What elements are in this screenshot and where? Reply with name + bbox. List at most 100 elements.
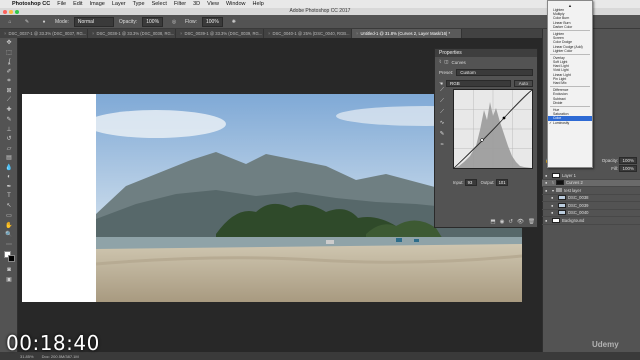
layer-row[interactable]: ● DSC_0040 <box>542 210 640 217</box>
doc-tab-active[interactable]: × Untitled-1 @ 31.8% (Curves 2, Layer Mas… <box>352 29 462 38</box>
menu-window[interactable]: Window <box>226 1 246 7</box>
mode-select[interactable]: Normal <box>73 16 114 27</box>
background-color-swatch[interactable] <box>8 255 15 263</box>
screen-mode-icon[interactable]: ▣ <box>0 275 18 285</box>
target-adjust-icon[interactable]: ☚ <box>439 81 443 87</box>
menu-type[interactable]: Type <box>133 1 145 7</box>
layer-group-row[interactable]: ● ▾ test layer <box>542 187 640 195</box>
lasso-tool-icon[interactable]: ʆ <box>0 57 18 67</box>
history-brush-tool-icon[interactable]: ↺ <box>0 134 18 144</box>
eye-icon[interactable]: ● <box>545 180 550 185</box>
black-point-eyedropper-icon[interactable]: ⟋ <box>437 87 447 98</box>
eraser-tool-icon[interactable]: ▱ <box>0 144 18 154</box>
channel-select[interactable]: RGB <box>446 80 511 87</box>
close-window-button[interactable] <box>3 9 7 14</box>
input-field[interactable]: 93 <box>464 179 477 186</box>
layer-row[interactable]: ● Layer 1 <box>542 172 640 180</box>
type-tool-icon[interactable]: T <box>0 192 18 202</box>
menu-select[interactable]: Select <box>152 1 167 7</box>
hand-tool-icon[interactable]: ✋ <box>0 220 18 230</box>
blend-mode-option[interactable]: Darker Color <box>548 25 592 29</box>
menu-help[interactable]: Help <box>253 1 264 7</box>
menu-filter[interactable]: Filter <box>174 1 186 7</box>
zoom-window-button[interactable] <box>15 9 19 14</box>
layer-row[interactable]: ● DSC_0039 <box>542 202 640 210</box>
brush-tool-icon[interactable]: ✎ <box>0 115 18 125</box>
app-name[interactable]: Photoshop CC <box>12 1 50 7</box>
close-tab-icon[interactable]: × <box>180 31 182 36</box>
layer-row[interactable]: ● Background <box>542 217 640 225</box>
smooth-icon[interactable]: ≈ <box>437 142 447 153</box>
blend-mode-option[interactable]: Lighter Color <box>548 49 592 53</box>
layer-row-selected[interactable]: ● ⌇ Curves 2 <box>542 179 640 187</box>
eyedropper-tool-icon[interactable]: ⟋ <box>0 96 18 106</box>
auto-button[interactable]: Auto <box>513 80 533 87</box>
dodge-tool-icon[interactable]: ◐ <box>0 172 18 182</box>
curves-graph[interactable] <box>453 89 533 169</box>
menu-3d[interactable]: 3D <box>193 1 200 7</box>
close-tab-icon[interactable]: × <box>356 31 358 36</box>
gray-point-eyedropper-icon[interactable]: ⟋ <box>437 98 447 109</box>
brush-size-icon[interactable]: ● <box>38 17 50 27</box>
doc-tab[interactable]: × DSC_0037-1 @ 33.3% (DSC_0037, RG... <box>0 29 88 38</box>
preset-select[interactable]: Custom <box>456 69 533 76</box>
doc-tab[interactable]: × DSC_0038-1 @ 33.3% (DSC_0038, RG... <box>88 29 176 38</box>
blend-mode-option[interactable]: Luminosity <box>548 121 592 125</box>
marquee-tool-icon[interactable]: ⬚ <box>0 48 18 58</box>
home-icon[interactable]: ⌂ <box>4 17 16 27</box>
close-tab-icon[interactable]: × <box>268 31 270 36</box>
eye-icon[interactable]: ● <box>551 203 556 208</box>
move-tool-icon[interactable]: ✥ <box>0 38 18 48</box>
eye-icon[interactable]: ● <box>545 173 550 178</box>
curve-point-icon[interactable]: ∿ <box>437 120 447 131</box>
blur-tool-icon[interactable]: 💧 <box>0 163 18 173</box>
healing-brush-tool-icon[interactable]: ✚ <box>0 105 18 115</box>
layer-opacity-field[interactable]: 100% <box>619 157 637 164</box>
layer-fill-field[interactable]: 100% <box>619 165 637 172</box>
blend-mode-option[interactable]: Divide <box>548 101 592 105</box>
path-select-tool-icon[interactable]: ↖ <box>0 201 18 211</box>
menu-file[interactable]: File <box>57 1 66 7</box>
blend-mode-option[interactable]: Hard Mix <box>548 81 592 85</box>
layer-mask-thumbnail[interactable] <box>556 180 565 186</box>
frame-tool-icon[interactable]: ⊠ <box>0 86 18 96</box>
eye-icon[interactable]: ● <box>551 210 556 215</box>
menu-image[interactable]: Image <box>90 1 105 7</box>
crop-tool-icon[interactable]: ⌗ <box>0 76 18 86</box>
eye-icon[interactable]: ● <box>551 195 556 200</box>
mask-icon[interactable]: ◫ <box>444 59 448 65</box>
menu-layer[interactable]: Layer <box>112 1 126 7</box>
pencil-draw-icon[interactable]: ✎ <box>437 131 447 142</box>
clip-to-layer-icon[interactable]: ⬒ <box>490 219 495 225</box>
menu-view[interactable]: View <box>207 1 219 7</box>
opacity-field[interactable]: 100% <box>142 16 164 27</box>
more-tools-icon[interactable]: ⋯ <box>0 239 18 249</box>
color-swatches[interactable] <box>0 249 18 265</box>
layer-row[interactable]: ● DSC_0038 <box>542 195 640 202</box>
reset-icon[interactable]: ↺ <box>508 219 513 225</box>
airbrush-icon[interactable]: ✺ <box>228 17 240 27</box>
doc-tab[interactable]: × DSC_0040-1 @ 25% (DSC_0040, RGB... <box>264 29 352 38</box>
gradient-tool-icon[interactable]: ▤ <box>0 153 18 163</box>
quick-mask-icon[interactable]: ◙ <box>0 265 18 275</box>
eye-icon[interactable]: ● <box>545 218 550 223</box>
pressure-opacity-icon[interactable]: ◎ <box>168 17 180 27</box>
minimize-window-button[interactable] <box>9 9 13 14</box>
doc-tab[interactable]: × DSC_0039-1 @ 33.3% (DSC_0039, RG... <box>176 29 264 38</box>
eye-icon[interactable]: ● <box>545 188 550 193</box>
delete-icon[interactable]: 🗑 <box>528 219 535 225</box>
shape-tool-icon[interactable]: ▭ <box>0 211 18 221</box>
clone-stamp-tool-icon[interactable]: ⊥ <box>0 124 18 134</box>
quick-select-tool-icon[interactable]: ✐ <box>0 67 18 77</box>
flow-field[interactable]: 100% <box>202 16 223 27</box>
view-previous-icon[interactable]: ◉ <box>500 219 505 225</box>
visibility-icon[interactable]: 👁 <box>517 219 524 225</box>
close-tab-icon[interactable]: × <box>4 31 6 36</box>
disclosure-triangle-icon[interactable]: ▾ <box>552 188 554 193</box>
close-tab-icon[interactable]: × <box>92 31 94 36</box>
zoom-tool-icon[interactable]: 🔍 <box>0 230 18 240</box>
brush-preset-icon[interactable]: ✎ <box>21 17 33 27</box>
white-point-eyedropper-icon[interactable]: ⟋ <box>437 109 447 120</box>
output-field[interactable]: 101 <box>495 179 508 186</box>
pen-tool-icon[interactable]: ✒ <box>0 182 18 192</box>
